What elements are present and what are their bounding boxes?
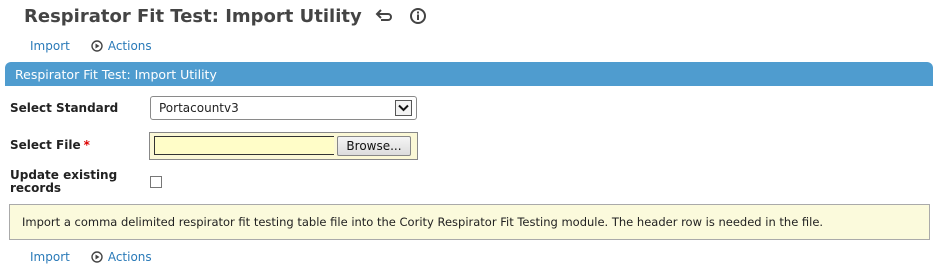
file-path-input[interactable] <box>154 136 334 155</box>
standard-select[interactable]: Portacountv3 <box>150 96 417 120</box>
play-circle-icon <box>91 251 103 263</box>
standard-select-value: Portacountv3 <box>159 101 239 115</box>
top-toolbar: Import Actions <box>30 37 152 55</box>
import-link-bottom[interactable]: Import <box>30 250 70 264</box>
select-file-label-text: Select File <box>10 138 81 152</box>
actions-menu-bottom[interactable]: Actions <box>91 250 152 264</box>
update-existing-label: Update existing records <box>10 169 117 195</box>
browse-button[interactable]: Browse... <box>337 136 411 156</box>
import-link[interactable]: Import <box>30 39 70 53</box>
update-existing-label-line2: records <box>10 181 62 195</box>
panel-title: Respirator Fit Test: Import Utility <box>15 66 217 82</box>
page-title: Respirator Fit Test: Import Utility <box>24 5 362 27</box>
info-message: Import a comma delimited respirator fit … <box>22 215 824 229</box>
chevron-down-icon[interactable] <box>395 100 412 116</box>
actions-menu[interactable]: Actions <box>91 39 152 53</box>
actions-label[interactable]: Actions <box>108 39 152 53</box>
select-file-label: Select File * <box>10 138 90 152</box>
file-picker: Browse... <box>149 132 418 160</box>
select-standard-label: Select Standard <box>10 101 119 115</box>
info-circle-icon[interactable] <box>408 6 428 26</box>
panel-header: Respirator Fit Test: Import Utility <box>5 62 933 86</box>
info-message-box: Import a comma delimited respirator fit … <box>9 204 930 240</box>
play-circle-icon <box>91 40 103 52</box>
return-arrow-icon[interactable] <box>374 6 394 26</box>
actions-label-bottom[interactable]: Actions <box>108 250 152 264</box>
bottom-toolbar: Import Actions <box>30 248 152 266</box>
required-marker: * <box>83 138 90 152</box>
update-existing-checkbox[interactable] <box>150 176 162 188</box>
page-header: Respirator Fit Test: Import Utility <box>24 4 428 28</box>
